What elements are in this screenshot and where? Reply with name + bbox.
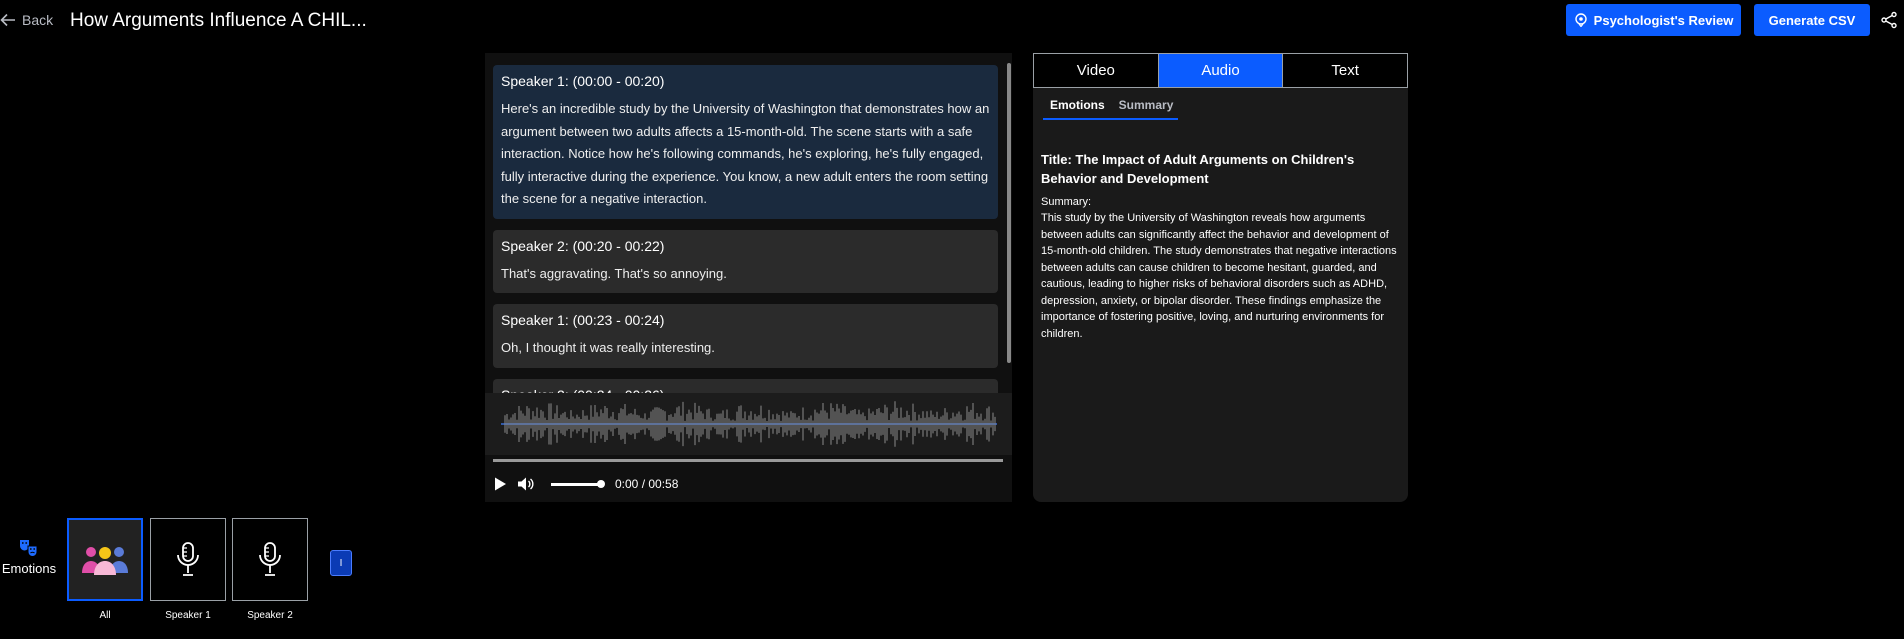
segment-header: Speaker 1: (00:00 - 00:20)	[501, 73, 665, 89]
share-icon[interactable]	[1880, 11, 1898, 29]
transcript-scrollbar[interactable]	[1007, 63, 1011, 363]
media-tabs: Video Audio Text	[1033, 53, 1408, 88]
waveform-graphic	[501, 401, 997, 447]
segment-header: Speaker 1: (00:23 - 00:24)	[501, 312, 665, 328]
play-button[interactable]	[493, 476, 507, 492]
back-button[interactable]: Back	[0, 12, 53, 28]
speaker-2-button[interactable]	[232, 518, 308, 601]
transcript-segment[interactable]: Speaker 1: (00:00 - 00:20) Here's an inc…	[493, 65, 998, 219]
speaker-all-button[interactable]	[67, 518, 143, 601]
analysis-subtabs: Emotions Summary	[1043, 98, 1178, 120]
review-label: Psychologist's Review	[1593, 12, 1734, 28]
transcript-segment[interactable]: Speaker 2: (00:20 - 00:22) That's aggrav…	[493, 229, 998, 293]
summary-text: This study by the University of Washingt…	[1041, 212, 1397, 340]
audio-waveform[interactable]	[485, 393, 1012, 455]
page-title: How Arguments Influence A CHIL...	[70, 10, 367, 31]
microphone-icon	[177, 541, 199, 576]
mini-action-button[interactable]: I	[330, 550, 352, 576]
volume-slider-knob[interactable]	[597, 479, 605, 488]
tab-audio[interactable]: Audio	[1158, 54, 1284, 87]
theater-masks-icon	[20, 540, 38, 557]
tab-video[interactable]: Video	[1034, 54, 1159, 87]
speaker-all-label: All	[99, 610, 111, 621]
emotions-button[interactable]: Emotions	[0, 538, 58, 578]
play-icon	[495, 477, 506, 491]
transcript-segment[interactable]: Speaker 1: (00:23 - 00:24) Oh, I thought…	[493, 304, 998, 368]
summary-label: Summary:	[1041, 196, 1092, 208]
volume-slider[interactable]	[551, 479, 605, 488]
microphone-icon	[259, 541, 281, 576]
volume-icon	[518, 477, 534, 491]
speaker-1-label: Speaker 1	[165, 610, 211, 621]
segment-text: Here's an incredible study by the Univer…	[501, 101, 990, 206]
group-icon	[82, 546, 128, 575]
back-label: Back	[22, 12, 54, 28]
transcript-list[interactable]: Speaker 1: (00:00 - 00:20) Here's an inc…	[493, 65, 998, 398]
mute-button[interactable]	[517, 476, 535, 492]
summary-title: Title: The Impact of Adult Arguments on …	[1041, 152, 1355, 186]
subtab-summary[interactable]: Summary	[1112, 98, 1181, 118]
playback-time: 0:00 / 00:58	[615, 477, 679, 491]
segment-text: That's aggravating. That's so annoying.	[501, 265, 727, 281]
generate-csv-button[interactable]: Generate CSV	[1754, 4, 1870, 36]
audio-progress-bar[interactable]	[493, 459, 1003, 462]
speaker-2-label: Speaker 2	[247, 610, 293, 621]
segment-header: Speaker 2: (00:20 - 00:22)	[501, 237, 665, 254]
speaker-1-button[interactable]	[150, 518, 226, 601]
segment-text: Oh, I thought it was really interesting.	[501, 340, 715, 355]
arrow-left-icon	[0, 13, 15, 27]
top-bar: Back How Arguments Influence A CHIL... P…	[0, 0, 1904, 44]
tab-text[interactable]: Text	[1283, 54, 1408, 87]
analysis-panel: Video Audio Text Emotions Summary Title:…	[1033, 53, 1408, 502]
player-controls: 0:00 / 00:58	[493, 472, 678, 496]
transcript-panel: Speaker 1: (00:00 - 00:20) Here's an inc…	[485, 53, 1012, 502]
emotions-label: Emotions	[1, 561, 57, 576]
review-icon	[1574, 13, 1587, 27]
subtab-emotions[interactable]: Emotions	[1043, 98, 1112, 118]
psychologists-review-button[interactable]: Psychologist's Review	[1566, 4, 1741, 36]
